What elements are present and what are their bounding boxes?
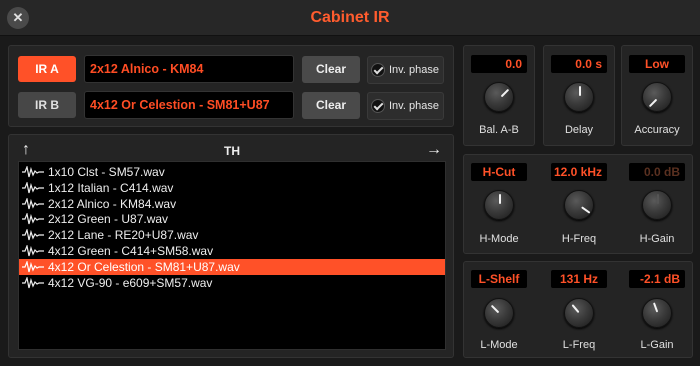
h-mode-display: H-Cut [471,163,527,181]
h-mode-label: H-Mode [479,233,519,245]
h-gain-knob[interactable] [642,190,672,220]
file-list-item[interactable]: 4x12 VG-90 - e609+SM57.wav [19,275,445,291]
title-bar: Cabinet IR ✕ [0,0,700,36]
h-freq-knob[interactable] [564,190,594,220]
accuracy-knob[interactable] [642,82,672,112]
delay-knob[interactable] [564,82,594,112]
file-name: 1x12 Italian - C414.wav [48,180,174,195]
h-freq-display: 12.0 kHz [551,163,607,181]
file-name: 1x10 Clst - SM57.wav [48,165,165,179]
accuracy-label: Accuracy [634,124,680,136]
file-list-item[interactable]: 1x12 Italian - C414.wav [19,180,445,196]
file-name: 2x12 Alnico - KM84.wav [48,196,177,211]
file-list-item[interactable]: 2x12 Alnico - KM84.wav [19,196,445,212]
arrow-right-icon[interactable]: → [426,142,442,158]
ir-a-clear-button[interactable]: Clear [302,56,360,83]
accuracy-display: Low [629,55,685,73]
file-name: 4x12 Green - C414+SM58.wav [48,244,214,258]
file-name: 4x12 Or Celestion - SM81+U87.wav [48,259,240,274]
waveform-icon [22,275,44,293]
l-freq-display: 131 Hz [551,270,607,288]
file-list-item[interactable]: 4x12 Or Celestion - SM81+U87.wav [19,258,445,275]
file-name: 2x12 Lane - RE20+U87.wav [48,228,199,243]
h-gain-label: H-Gain [639,233,675,245]
browser-header: ↑ TH → [18,142,446,160]
ir-a-button[interactable]: IR A [18,56,76,82]
checkmark-icon [371,99,385,113]
l-gain-knob[interactable] [642,298,672,328]
l-freq-label: L-Freq [562,339,596,351]
file-name: 4x12 VG-90 - e609+SM57.wav [48,275,213,290]
file-list-item[interactable]: 2x12 Lane - RE20+U87.wav [19,227,445,243]
l-gain-display: -2.1 dB [629,270,685,288]
file-list-item[interactable]: 4x12 Green - C414+SM58.wav [19,243,445,259]
ir-a-inv-phase-label: Inv. phase [389,64,439,76]
l-mode-display: L-Shelf [471,270,527,288]
close-button[interactable]: ✕ [7,7,29,29]
ir-a-inv-phase-toggle[interactable]: Inv. phase [367,56,444,84]
browser-folder-title: TH [224,144,240,158]
l-mode-label: L-Mode [480,339,518,351]
file-list-item[interactable]: 1x10 Clst - SM57.wav [19,164,445,180]
file-list-item[interactable]: 2x12 Green - U87.wav [19,211,445,227]
ir-b-name-field[interactable]: 4x12 Or Celestion - SM81+U87 [84,91,294,119]
h-freq-label: H-Freq [561,233,597,245]
ir-b-button[interactable]: IR B [18,92,76,118]
h-mode-knob[interactable] [484,190,514,220]
file-name: 2x12 Green - U87.wav [48,212,169,227]
h-gain-display: 0.0 dB [629,163,685,181]
l-gain-label: L-Gain [640,339,674,351]
delay-label: Delay [564,124,594,136]
l-mode-knob[interactable] [484,298,514,328]
file-list[interactable]: 1x10 Clst - SM57.wav 1x12 Italian - C414.… [18,161,446,350]
ir-b-inv-phase-toggle[interactable]: Inv. phase [367,92,444,120]
ir-b-inv-phase-label: Inv. phase [389,100,439,112]
delay-display: 0.0 s [551,55,607,73]
balance-display: 0.0 [471,55,527,73]
balance-label: Bal. A-B [479,124,519,136]
l-freq-knob[interactable] [564,298,594,328]
ir-a-name-field[interactable]: 2x12 Alnico - KM84 [84,55,294,83]
ir-b-clear-button[interactable]: Clear [302,92,360,119]
checkmark-icon [371,63,385,77]
balance-knob[interactable] [484,82,514,112]
window-title: Cabinet IR [310,9,390,26]
